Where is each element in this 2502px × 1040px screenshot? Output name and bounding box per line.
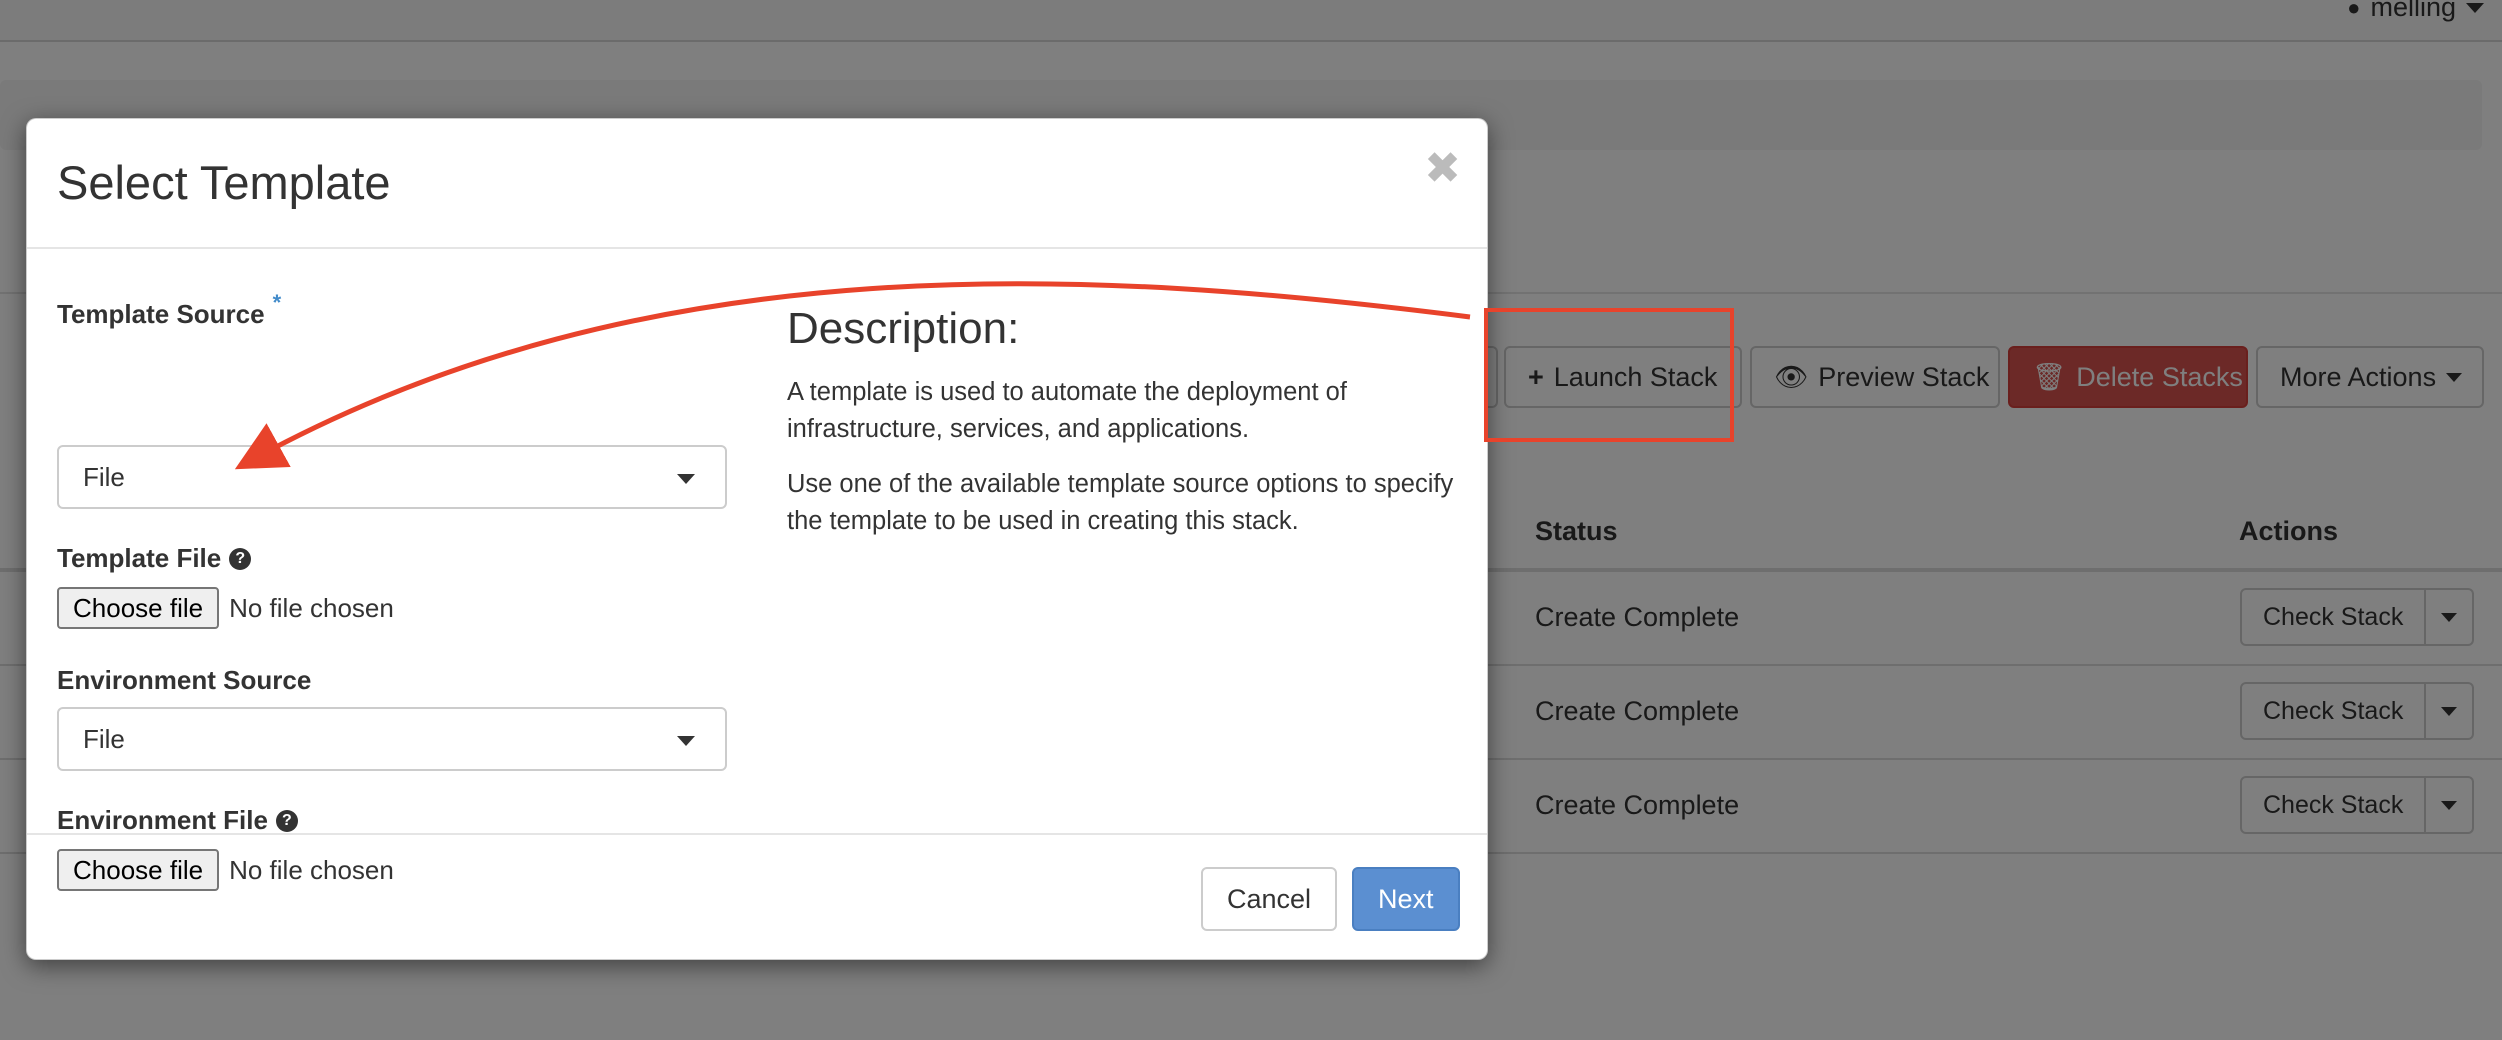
annotation-arrow: [234, 281, 1471, 470]
annotation-arrow-path: [234, 281, 1471, 470]
